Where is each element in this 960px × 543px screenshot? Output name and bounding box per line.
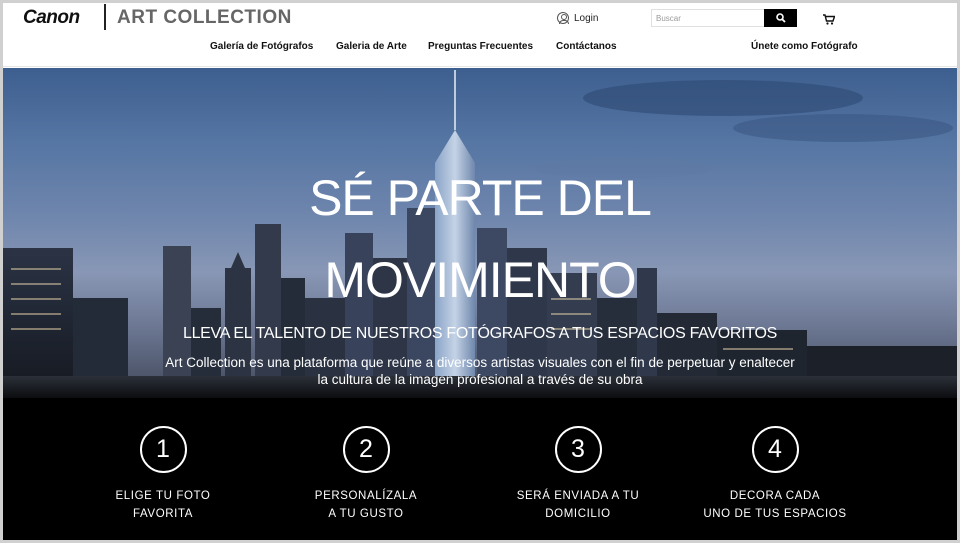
city-skyline-image (3, 70, 957, 398)
hero-title-line2: MOVIMIENTO (324, 252, 636, 308)
nav-contactanos[interactable]: Contáctanos (556, 41, 617, 52)
step-number-circle: 3 (554, 426, 602, 473)
logo-divider (104, 4, 106, 30)
step-text-line1: SERÁ ENVIADA A TU (516, 490, 640, 502)
join-photographer-link[interactable]: Únete como Fotógrafo (751, 41, 858, 52)
step-text: ELIGE TU FOTO FAVORITA (68, 487, 258, 523)
step-text: PERSONALÍZALA A TU GUSTO (271, 487, 461, 523)
search-icon (775, 13, 786, 23)
login-label: Login (574, 12, 599, 24)
hero-description: Art Collection es una plataforma que reú… (165, 355, 795, 387)
step-text-line1: PERSONALÍZALA (314, 490, 418, 502)
nav-galeria-arte[interactable]: Galeria de Arte (336, 41, 407, 52)
step-text-line2: DOMICILIO (545, 508, 611, 520)
step-text: DECORA CADA UNO DE TUS ESPACIOS (680, 487, 870, 523)
nav-galeria-fotografos[interactable]: Galería de Fotógrafos (210, 41, 313, 52)
user-icon (557, 12, 569, 24)
step-text: SERÁ ENVIADA A TU DOMICILIO (483, 487, 673, 523)
canon-logo[interactable]: Canon (23, 7, 80, 29)
step-text-line2: UNO DE TUS ESPACIOS (703, 508, 847, 520)
step-text-line1: ELIGE TU FOTO (115, 490, 211, 502)
hero-subtitle: LLEVA EL TALENTO DE NUESTROS FOTÓGRAFOS … (182, 325, 777, 342)
nav-preguntas-frecuentes[interactable]: Preguntas Frecuentes (428, 41, 533, 52)
search-input[interactable] (651, 9, 765, 27)
cart-icon[interactable] (823, 14, 835, 25)
search-button[interactable] (764, 9, 797, 27)
hero-banner: SÉ PARTE DEL MOVIMIENTO LLEVA EL TALENTO… (3, 68, 957, 398)
step-number-circle: 4 (751, 426, 799, 473)
page-frame: Canon ART COLLECTION Login Galería de Fo… (0, 0, 960, 543)
hero-title-line1: SÉ PARTE DEL (309, 170, 652, 226)
login-link[interactable]: Login (557, 12, 598, 24)
step-4: 4 DECORA CADA UNO DE TUS ESPACIOS (680, 426, 870, 523)
step-text-line2: A TU GUSTO (328, 508, 404, 520)
step-1: 1 ELIGE TU FOTO FAVORITA (68, 426, 258, 523)
step-2: 2 PERSONALÍZALA A TU GUSTO (271, 426, 461, 523)
art-collection-logo[interactable]: ART COLLECTION (117, 7, 292, 29)
steps-section: 1 ELIGE TU FOTO FAVORITA 2 PERSONALÍZALA… (3, 398, 957, 540)
site-header: Canon ART COLLECTION Login Galería de Fo… (3, 3, 957, 67)
step-text-line1: DECORA CADA (729, 490, 821, 502)
step-text-line2: FAVORITA (133, 508, 193, 520)
step-number-circle: 2 (342, 426, 390, 473)
step-3: 3 SERÁ ENVIADA A TU DOMICILIO (483, 426, 673, 523)
step-number-circle: 1 (139, 426, 187, 473)
